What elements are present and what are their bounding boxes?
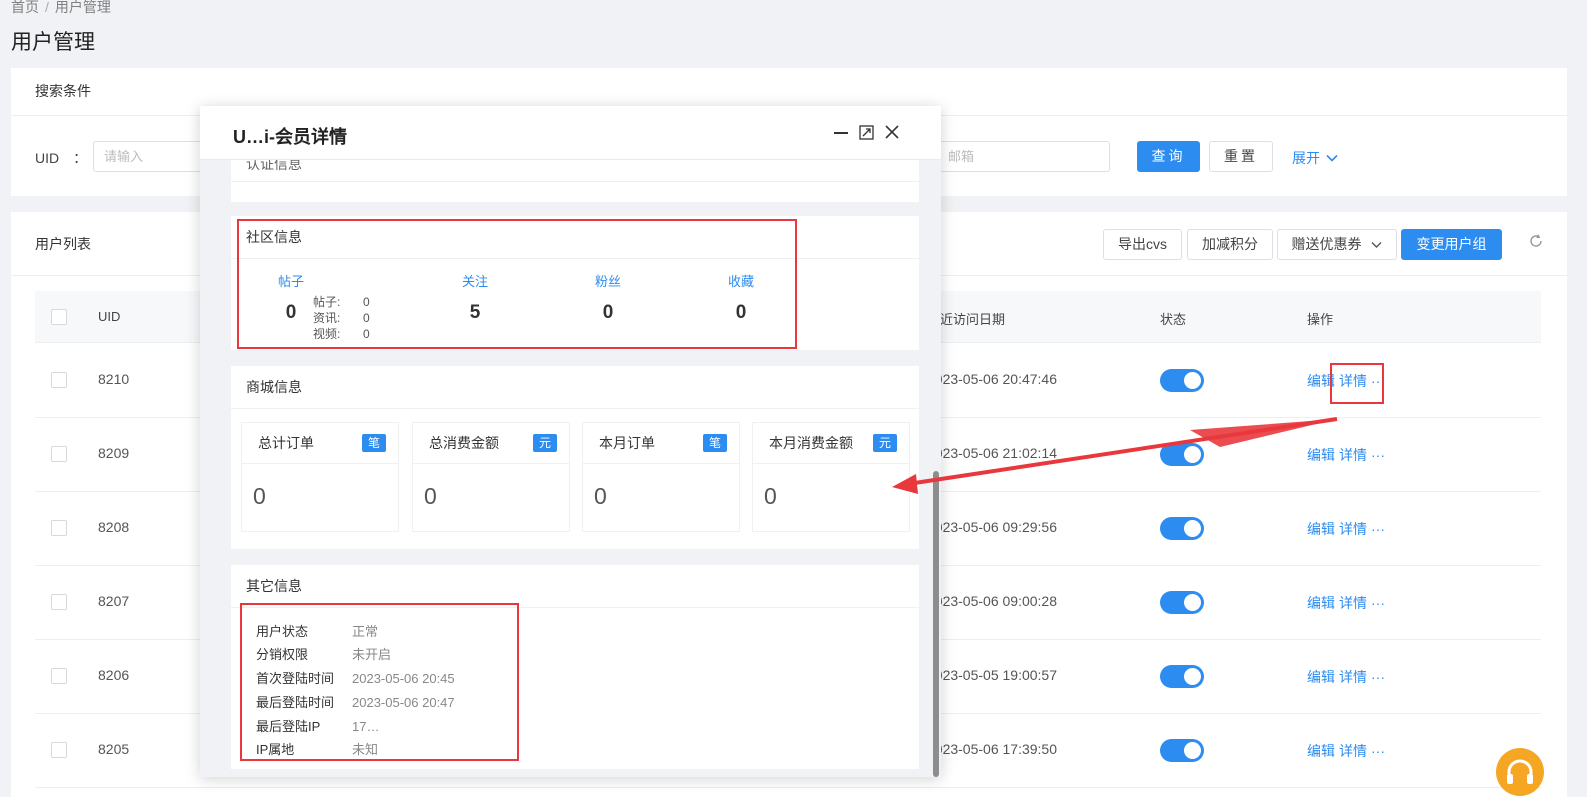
customer-support-button[interactable]	[1496, 748, 1544, 796]
headset-icon	[1507, 759, 1533, 784]
annotation-arrow-icon	[892, 417, 1338, 494]
